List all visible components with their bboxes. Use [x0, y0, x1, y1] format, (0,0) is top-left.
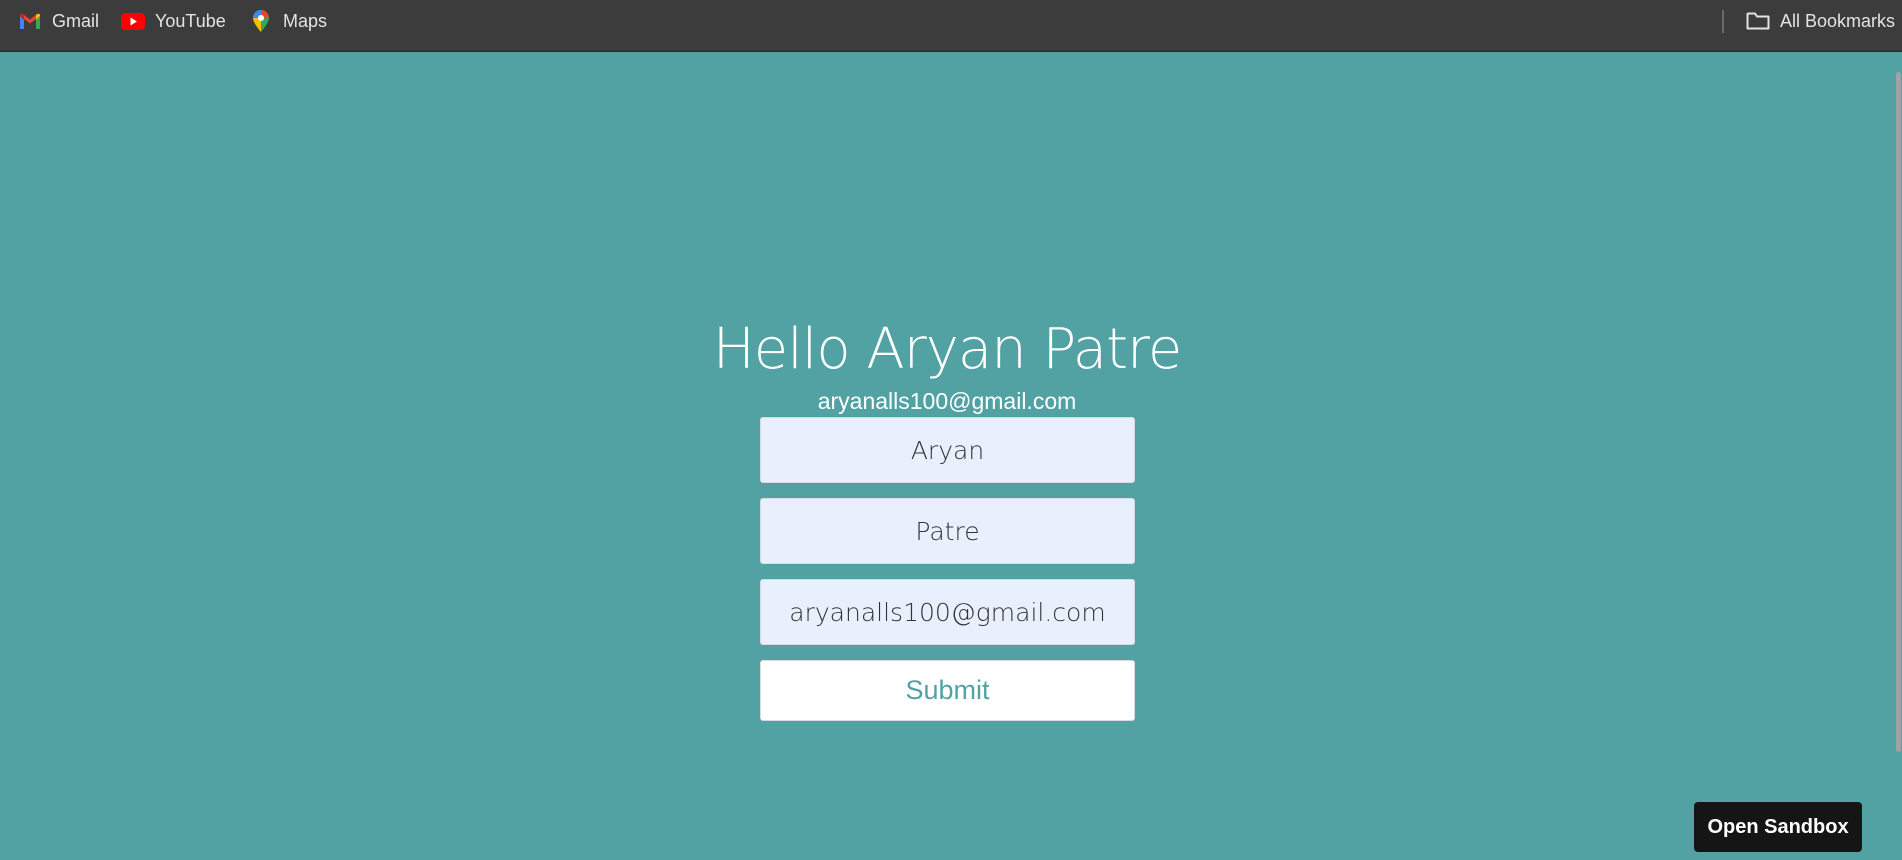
maps-icon	[249, 9, 273, 33]
user-email-text: aryanalls100@gmail.com	[817, 388, 1077, 414]
email-field[interactable]	[760, 579, 1135, 645]
folder-icon	[1746, 9, 1770, 33]
all-bookmarks-label: All Bookmarks	[1780, 10, 1896, 31]
bookmark-label: YouTube	[155, 10, 226, 31]
bookmark-gmail[interactable]: Gmail	[18, 0, 99, 42]
first-name-field[interactable]	[760, 417, 1135, 483]
bookmark-label: Gmail	[52, 10, 100, 31]
scrollbar-thumb[interactable]	[1896, 72, 1901, 752]
greeting-heading: Hello Aryan Patre	[712, 317, 1183, 382]
submit-button[interactable]: Submit	[760, 660, 1135, 721]
bookmarks-bar: Gmail YouTube Maps All Bookmarks	[0, 0, 1902, 52]
open-sandbox-button[interactable]: Open Sandbox	[1694, 802, 1862, 852]
bookmarks-divider	[1722, 10, 1724, 33]
bookmark-maps[interactable]: Maps	[249, 0, 327, 42]
last-name-field[interactable]	[760, 498, 1135, 564]
bookmark-label: Maps	[283, 10, 328, 31]
all-bookmarks-button[interactable]: All Bookmarks	[1746, 0, 1895, 42]
page-scrollbar[interactable]	[1894, 52, 1902, 860]
bookmark-youtube[interactable]: YouTube	[121, 0, 226, 42]
gmail-icon	[18, 9, 42, 33]
youtube-icon	[121, 9, 145, 33]
